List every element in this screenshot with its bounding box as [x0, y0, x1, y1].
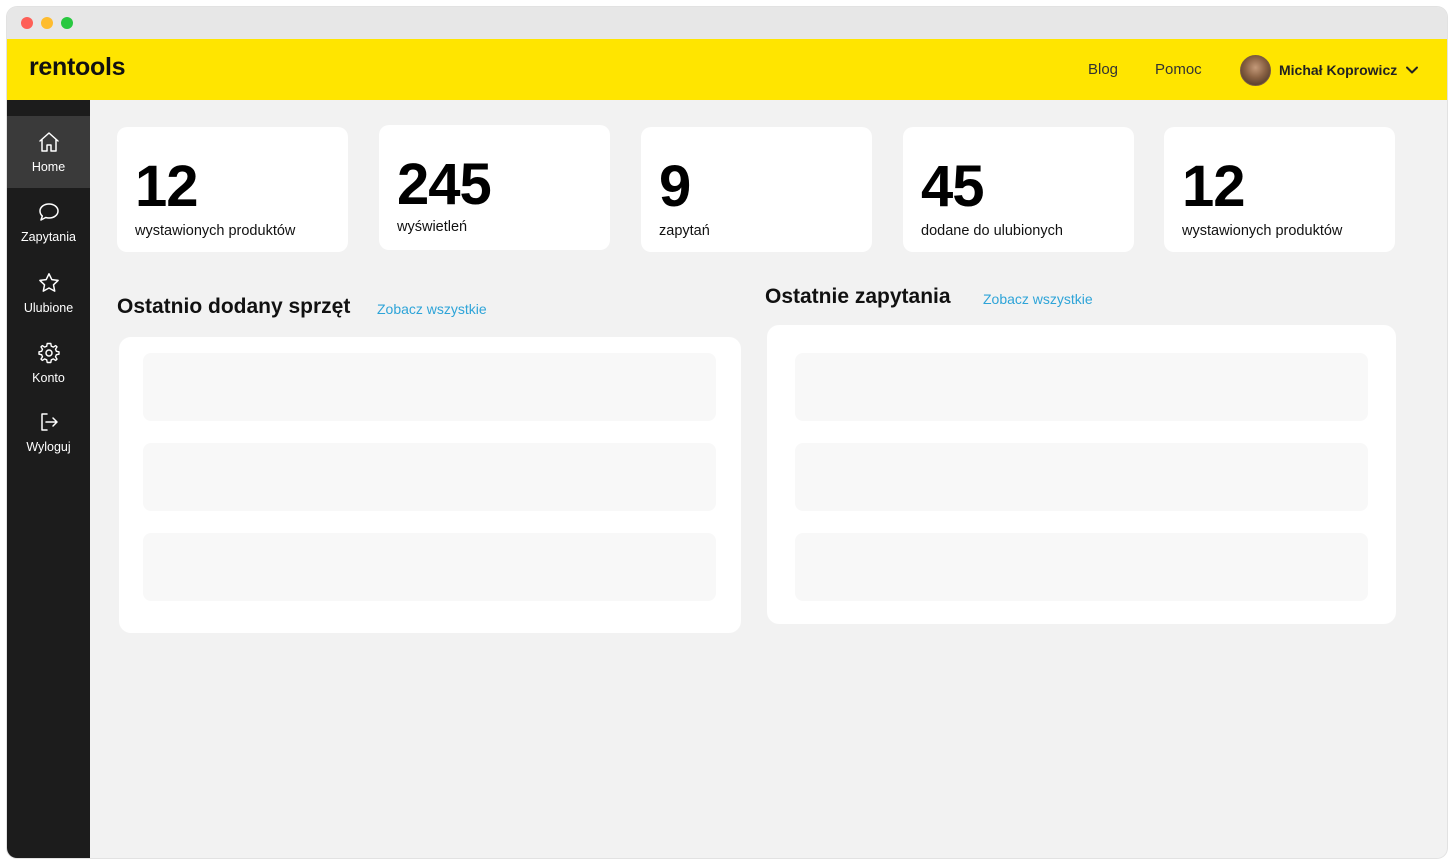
sidebar-item-label: Home [31, 160, 66, 174]
stat-card-listed-products-2: 12 wystawionych produktów [1164, 127, 1395, 252]
gear-icon [37, 342, 60, 364]
sidebar: Home Zapytania Ulubione Konto Wyloguj [7, 100, 90, 858]
list-item-placeholder[interactable] [795, 443, 1368, 511]
list-item-placeholder[interactable] [795, 353, 1368, 421]
nav-link-help[interactable]: Pomoc [1155, 61, 1202, 78]
logout-icon [40, 413, 58, 431]
stat-label: dodane do ulubionych [921, 223, 1063, 239]
sidebar-item-label: Konto [32, 371, 65, 385]
user-menu[interactable]: Michał Koprowicz [1240, 54, 1419, 86]
recent-equipment-panel [119, 337, 741, 633]
sidebar-item-ulubione[interactable]: Ulubione [7, 257, 90, 329]
chat-icon [38, 203, 59, 221]
stat-label: wystawionych produktów [135, 223, 296, 239]
recent-inquiries-panel [767, 325, 1396, 624]
chevron-down-icon [1406, 66, 1419, 74]
sidebar-item-wyloguj[interactable]: Wyloguj [7, 396, 90, 468]
list-item-placeholder[interactable] [795, 533, 1368, 601]
section-title-recent-inquiries: Ostatnie zapytania [765, 285, 951, 308]
list-item-placeholder[interactable] [143, 443, 716, 511]
stat-label: zapytań [659, 223, 710, 239]
stat-card-inquiries: 9 zapytań [641, 127, 872, 252]
home-icon [38, 132, 59, 152]
sidebar-item-zapytania[interactable]: Zapytania [7, 186, 90, 258]
stat-card-views: 245 wyświetleń [379, 125, 610, 250]
browser-window: rentools Blog Pomoc Michał Koprowicz Hom… [7, 7, 1447, 858]
see-all-equipment-link[interactable]: Zobacz wszystkie [377, 301, 487, 317]
top-header: rentools Blog Pomoc Michał Koprowicz [7, 39, 1447, 100]
sidebar-item-label: Ulubione [23, 301, 74, 315]
sidebar-item-konto[interactable]: Konto [7, 327, 90, 399]
sidebar-item-label: Wyloguj [26, 440, 71, 454]
see-all-inquiries-link[interactable]: Zobacz wszystkie [983, 291, 1093, 307]
avatar [1240, 54, 1271, 86]
stat-value: 245 [397, 152, 492, 217]
close-window-button[interactable] [21, 17, 33, 29]
user-name: Michał Koprowicz [1279, 62, 1398, 78]
stat-label: wyświetleń [397, 219, 468, 235]
stat-value: 12 [1182, 154, 1246, 219]
minimize-window-button[interactable] [41, 17, 53, 29]
stat-card-listed-products: 12 wystawionych produktów [117, 127, 348, 252]
stat-value: 9 [659, 154, 691, 219]
list-item-placeholder[interactable] [143, 353, 716, 421]
nav-link-blog[interactable]: Blog [1088, 61, 1118, 78]
stat-value: 45 [921, 154, 985, 219]
list-item-placeholder[interactable] [143, 533, 716, 601]
sidebar-item-label: Zapytania [21, 230, 76, 244]
window-titlebar [7, 7, 1447, 39]
maximize-window-button[interactable] [61, 17, 73, 29]
rentools-logo[interactable]: rentools [29, 53, 126, 82]
star-icon [38, 273, 59, 292]
sidebar-item-home[interactable]: Home [7, 116, 90, 188]
stat-card-favorites: 45 dodane do ulubionych [903, 127, 1134, 252]
stat-label: wystawionych produktów [1182, 223, 1343, 239]
section-title-recent-equipment: Ostatnio dodany sprzęt [117, 295, 351, 318]
stat-value: 12 [135, 154, 199, 219]
